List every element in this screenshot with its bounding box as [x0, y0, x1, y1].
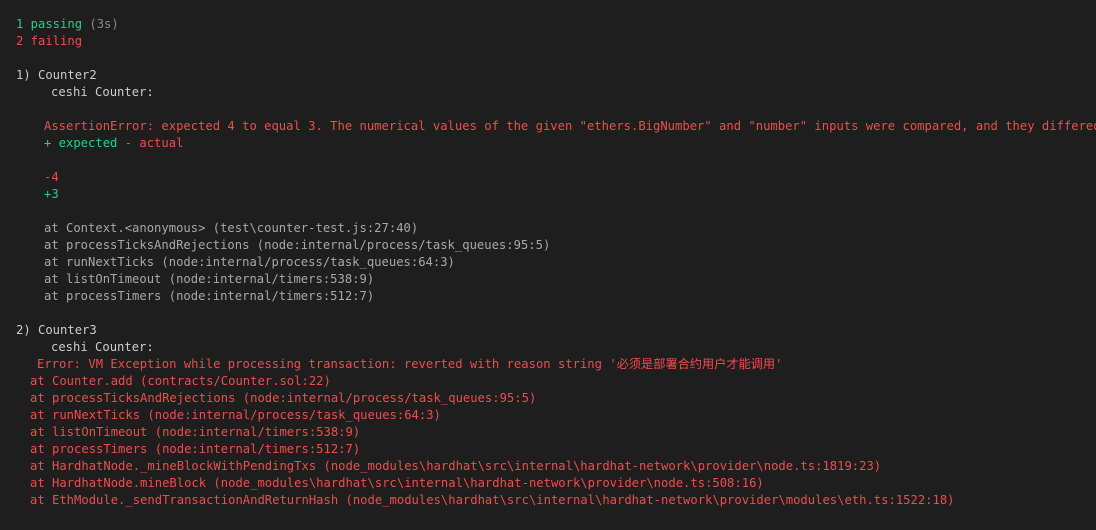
- terminal-output: 1 passing (3s) 2 failing 1) Counter2 ces…: [0, 0, 1096, 530]
- failure-subtitle: ceshi Counter:: [51, 340, 154, 354]
- failing-summary: 2 failing: [16, 34, 83, 48]
- diff-actual-label: - actual: [117, 136, 184, 150]
- diff-legend: + expected - actual: [16, 135, 1096, 152]
- passing-time: (3s): [82, 17, 119, 31]
- stack-frame: at runNextTicks (node:internal/process/t…: [30, 408, 441, 422]
- failure-block-2: 2) Counter3 ceshi Counter: Error: VM Exc…: [16, 322, 1096, 509]
- passing-summary: 1 passing (3s): [16, 16, 1096, 33]
- stack-frame: at processTicksAndRejections (node:inter…: [30, 391, 537, 405]
- failure-title: 2) Counter3: [16, 323, 97, 337]
- stack-frame: at HardhatNode._mineBlockWithPendingTxs …: [30, 459, 882, 473]
- stack-frame: at listOnTimeout (node:internal/timers:5…: [44, 272, 375, 286]
- stack-frame: at processTimers (node:internal/timers:5…: [30, 442, 361, 456]
- stack-frame: at HardhatNode.mineBlock (node_modules\h…: [30, 476, 764, 490]
- failure-title: 1) Counter2: [16, 68, 97, 82]
- stack-frame: at listOnTimeout (node:internal/timers:5…: [30, 425, 361, 439]
- stack-frame: at EthModule._sendTransactionAndReturnHa…: [30, 493, 955, 507]
- diff-minus-line: -4: [44, 170, 59, 184]
- diff-plus-line: +3: [44, 187, 59, 201]
- passing-count: 1 passing: [16, 17, 83, 31]
- diff-expected-label: + expected: [44, 136, 118, 150]
- stack-frame: at processTicksAndRejections (node:inter…: [44, 238, 551, 252]
- stack-frame: at Context.<anonymous> (test\counter-tes…: [44, 221, 419, 235]
- failure-block-1: 1) Counter2 ceshi Counter: AssertionErro…: [16, 67, 1096, 305]
- failure-subtitle: ceshi Counter:: [51, 85, 154, 99]
- stack-frame: at runNextTicks (node:internal/process/t…: [44, 255, 455, 269]
- stack-frame: at processTimers (node:internal/timers:5…: [44, 289, 375, 303]
- assertion-error-message: AssertionError: expected 4 to equal 3. T…: [44, 119, 1096, 133]
- vm-error-message: Error: VM Exception while processing tra…: [37, 357, 783, 371]
- stack-frame: at Counter.add (contracts/Counter.sol:22…: [30, 374, 331, 388]
